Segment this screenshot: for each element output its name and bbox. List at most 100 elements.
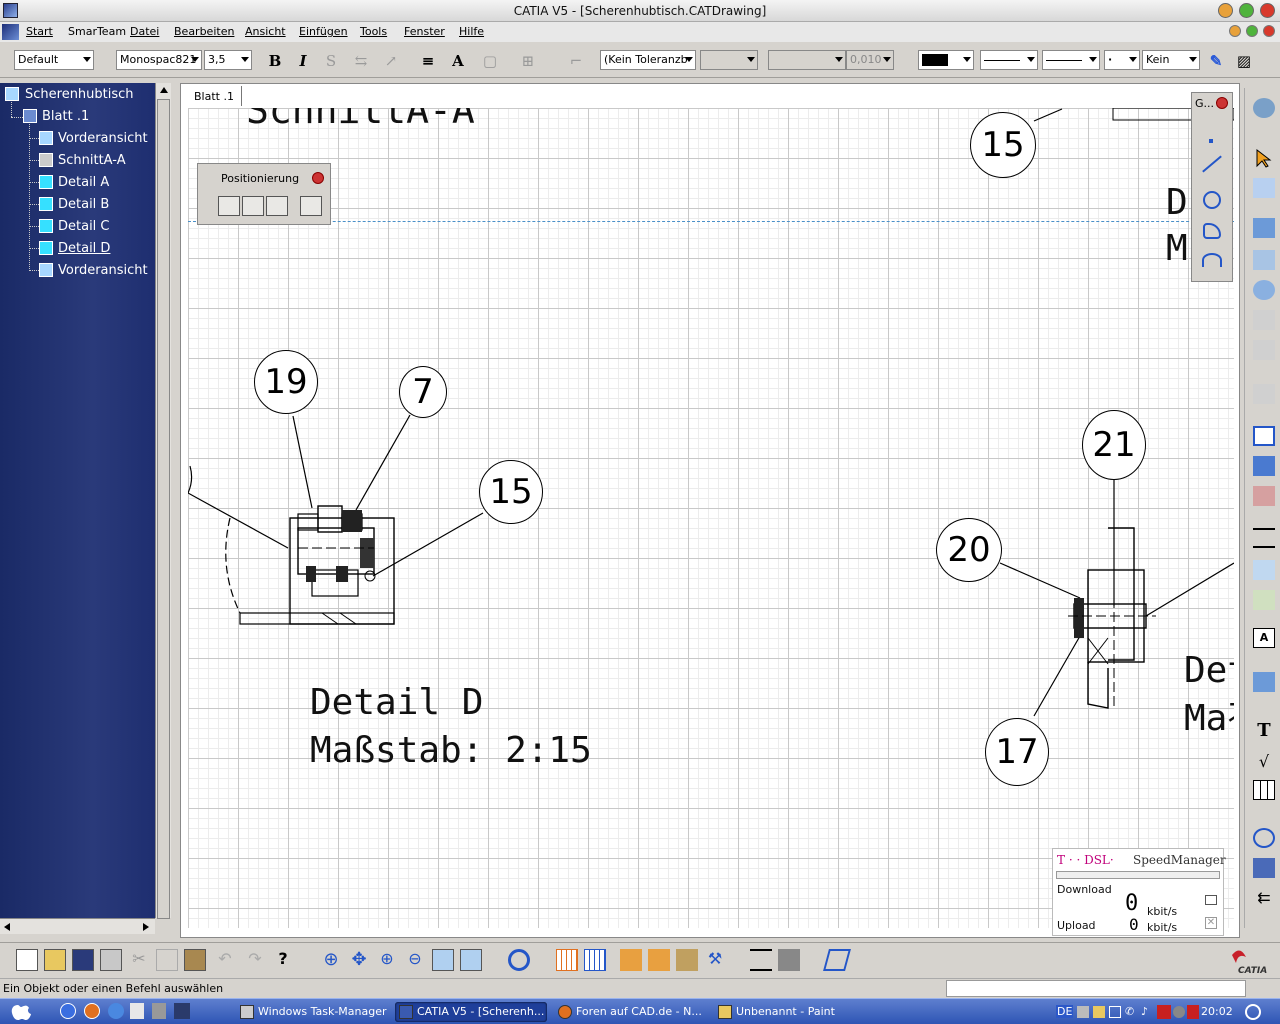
drawing-root-icon[interactable] bbox=[5, 87, 19, 101]
zonealarm-icon[interactable] bbox=[1157, 1005, 1171, 1019]
axis-icon[interactable] bbox=[1253, 486, 1275, 506]
break-view-icon[interactable] bbox=[1253, 340, 1275, 360]
pan-icon[interactable]: ✥ bbox=[348, 949, 370, 971]
underline-icon[interactable]: S bbox=[321, 51, 341, 71]
paste-icon[interactable] bbox=[184, 949, 206, 971]
fit-all-icon[interactable]: ⊕ bbox=[320, 949, 342, 971]
detail-view-icon[interactable] bbox=[39, 219, 53, 233]
copy-icon[interactable] bbox=[156, 949, 178, 971]
menu-datei[interactable]: Datei bbox=[130, 25, 159, 38]
tree-root[interactable]: Scherenhubtisch bbox=[25, 87, 134, 102]
text-frame-icon[interactable]: A bbox=[448, 51, 468, 71]
zoom-out-icon[interactable]: ⊖ bbox=[404, 949, 426, 971]
menu-einfuegen[interactable]: Einfügen bbox=[299, 25, 348, 38]
pattern-select[interactable]: Kein bbox=[1142, 50, 1200, 70]
align-right-icon[interactable] bbox=[266, 196, 288, 216]
workbench-switch-icon[interactable] bbox=[823, 949, 851, 971]
taskbar-button[interactable]: Windows Task-Manager bbox=[236, 1002, 388, 1022]
save-icon[interactable] bbox=[72, 949, 94, 971]
tray-icon[interactable] bbox=[1077, 1006, 1089, 1018]
align-icon[interactable]: ≡ bbox=[418, 51, 438, 71]
details-icon[interactable] bbox=[1253, 280, 1275, 300]
tolerance-icon[interactable] bbox=[1253, 590, 1275, 610]
normal-view-icon[interactable] bbox=[432, 949, 454, 971]
circle-icon[interactable] bbox=[1203, 191, 1221, 209]
minimize-button[interactable] bbox=[1218, 3, 1233, 18]
redo-icon[interactable]: ↷ bbox=[244, 949, 266, 971]
line-icon[interactable] bbox=[1202, 155, 1222, 173]
language-indicator[interactable]: DE bbox=[1056, 1005, 1074, 1018]
front-view-icon[interactable] bbox=[39, 131, 53, 145]
print-icon[interactable] bbox=[100, 949, 122, 971]
reorder-icon[interactable] bbox=[778, 949, 800, 971]
menu-ansicht[interactable]: Ansicht bbox=[245, 25, 286, 38]
grid-icon[interactable] bbox=[556, 949, 578, 971]
dimension-chain-icon[interactable] bbox=[1253, 560, 1275, 580]
tree-view-schnitt[interactable]: SchnittA-A bbox=[58, 153, 126, 168]
style-select[interactable]: Default bbox=[14, 50, 94, 70]
scroll-right-icon[interactable] bbox=[143, 923, 149, 931]
menu-hilfe[interactable]: Hilfe bbox=[459, 25, 484, 38]
cut-icon[interactable]: ✂ bbox=[128, 949, 150, 971]
doc-restore-button[interactable] bbox=[1246, 25, 1258, 37]
undo-icon[interactable]: ↶ bbox=[214, 949, 236, 971]
balloon[interactable]: 15 bbox=[970, 112, 1036, 178]
open-file-icon[interactable] bbox=[44, 949, 66, 971]
quicklaunch-icon[interactable] bbox=[130, 1003, 144, 1019]
tray-icon[interactable] bbox=[1173, 1006, 1185, 1018]
menu-start[interactable]: Start bbox=[26, 25, 53, 38]
doc-close-button[interactable] bbox=[1263, 25, 1275, 37]
filter-icon[interactable] bbox=[648, 949, 670, 971]
point-select[interactable]: · bbox=[1104, 50, 1140, 70]
wizard-icon[interactable] bbox=[1253, 384, 1275, 404]
hatch-icon[interactable]: ▨ bbox=[1234, 51, 1254, 71]
show-desktop-icon[interactable] bbox=[174, 1003, 190, 1019]
tree-vertical-scrollbar[interactable] bbox=[155, 83, 171, 919]
align-left-icon[interactable] bbox=[218, 196, 240, 216]
detail-view-icon[interactable] bbox=[39, 197, 53, 211]
text-frame-icon[interactable]: A bbox=[1253, 628, 1275, 648]
tolerance-value-select[interactable] bbox=[700, 50, 758, 70]
help-icon[interactable]: ? bbox=[272, 949, 294, 971]
detail-view-icon[interactable] bbox=[39, 241, 53, 255]
scroll-left-icon[interactable] bbox=[4, 923, 10, 931]
command-input[interactable] bbox=[946, 980, 1246, 997]
taskbar-button-active[interactable]: CATIA V5 - [Scherenh... bbox=[395, 1002, 547, 1022]
thread-icon[interactable] bbox=[1253, 858, 1275, 878]
position-text-icon[interactable] bbox=[300, 196, 322, 216]
zoom-in-icon[interactable]: ⊕ bbox=[376, 949, 398, 971]
menu-fenster[interactable]: Fenster bbox=[404, 25, 445, 38]
sheet-icon[interactable] bbox=[23, 109, 37, 123]
workbench-icon[interactable] bbox=[1253, 98, 1275, 118]
balloon[interactable]: 21 bbox=[1082, 410, 1146, 480]
front-view-icon[interactable] bbox=[39, 263, 53, 277]
dress-up-icon[interactable] bbox=[1253, 672, 1275, 692]
tree-view-vorderansicht[interactable]: Vorderansicht bbox=[58, 131, 148, 146]
taskbar-button[interactable]: Foren auf CAD.de - N... bbox=[554, 1002, 706, 1022]
dimension-system-icon[interactable] bbox=[676, 949, 698, 971]
tree-view-detail-a[interactable]: Detail A bbox=[58, 175, 109, 190]
drawing-canvas[interactable]: SchnittA-A Detail D Maßstab: 2:15 D M De… bbox=[188, 108, 1234, 928]
search-icon[interactable] bbox=[1245, 1004, 1261, 1020]
align-vertical-icon[interactable] bbox=[242, 196, 264, 216]
profile-icon[interactable] bbox=[1203, 223, 1221, 239]
dimension-tools-icon[interactable] bbox=[750, 949, 772, 971]
balloon[interactable]: 17 bbox=[985, 718, 1049, 786]
italic-icon[interactable]: I bbox=[293, 51, 313, 71]
section-view-icon[interactable] bbox=[39, 153, 53, 167]
catia-menu-logo-icon[interactable] bbox=[2, 24, 19, 40]
balloon[interactable]: 7 bbox=[399, 366, 447, 418]
superscript-icon[interactable]: ↗ bbox=[381, 51, 401, 71]
tray-icon[interactable] bbox=[1093, 1006, 1105, 1018]
menu-bearbeiten[interactable]: Bearbeiten bbox=[174, 25, 234, 38]
point-icon[interactable] bbox=[1209, 139, 1213, 143]
analysis-icon[interactable] bbox=[620, 949, 642, 971]
precision-select[interactable]: 0,010 bbox=[846, 50, 894, 70]
tree-view-vorderansicht-2[interactable]: Vorderansicht bbox=[58, 263, 148, 278]
window-toggle-icon[interactable] bbox=[1205, 895, 1217, 905]
start-button[interactable] bbox=[6, 1002, 46, 1022]
positionierung-toolbar-header[interactable]: Positionierung bbox=[198, 164, 330, 190]
phone-icon[interactable]: ✆ bbox=[1125, 1006, 1137, 1018]
tree-view-detail-d[interactable]: Detail D bbox=[58, 241, 110, 256]
sheet-tab[interactable]: Blatt .1 bbox=[188, 86, 242, 106]
